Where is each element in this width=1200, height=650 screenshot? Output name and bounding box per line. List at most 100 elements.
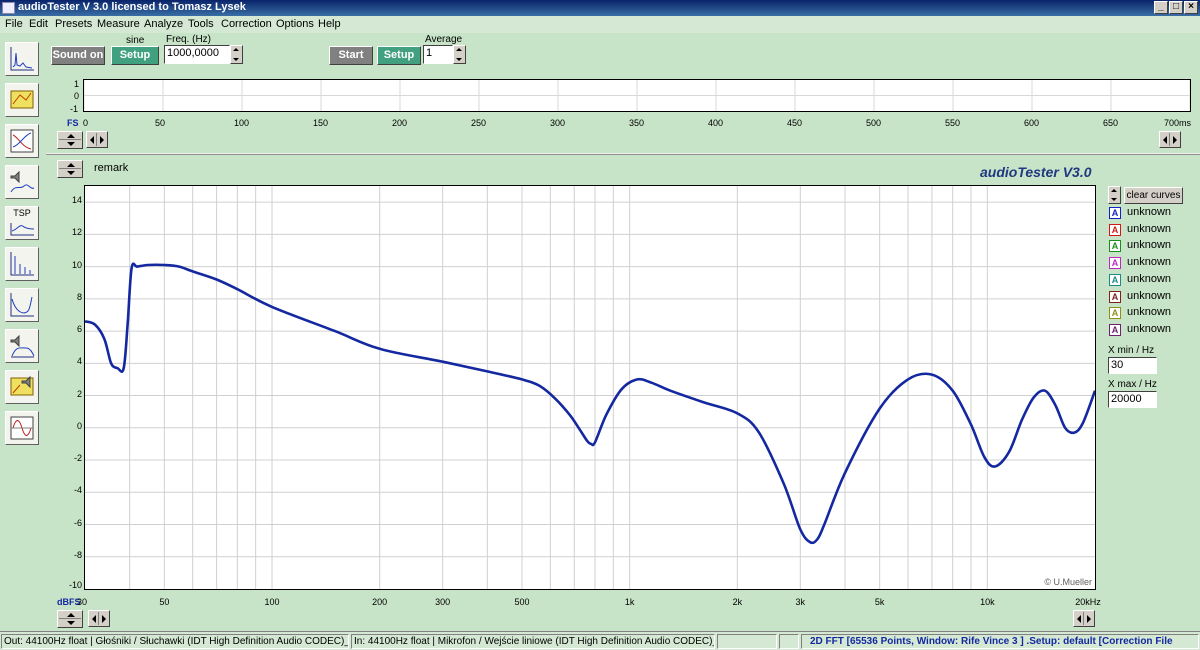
y-tick-label: 12: [71, 227, 82, 238]
x-tick-label: 200: [372, 597, 388, 607]
remark-spinner[interactable]: [57, 160, 83, 178]
close-button[interactable]: ×: [1184, 1, 1198, 14]
legend-curve-toggle[interactable]: A: [1109, 307, 1121, 320]
tool-speaker-response[interactable]: [5, 165, 39, 199]
legend-curve-toggle[interactable]: A: [1109, 257, 1121, 270]
harmonics-icon: [10, 252, 34, 276]
generator-setup-button[interactable]: Setup: [111, 46, 159, 65]
time-x-tick-label: 100: [234, 118, 250, 128]
menu-options[interactable]: Options: [276, 18, 314, 30]
xmin-input[interactable]: 30: [1108, 357, 1157, 374]
time-x-tick-label: 500: [866, 118, 882, 128]
frequency-response-plot[interactable]: © U.Mueller: [84, 185, 1096, 590]
main-y-zoom-spinner[interactable]: [57, 610, 83, 628]
legend-curve-label[interactable]: unknown: [1127, 256, 1171, 268]
time-y-tick-top: 1: [74, 79, 80, 89]
xmin-label: X min / Hz: [1108, 345, 1155, 356]
menu-help[interactable]: Help: [318, 18, 341, 30]
tool-fft-analyzer[interactable]: [5, 42, 39, 76]
main-scroll-right-spinner[interactable]: [1073, 610, 1095, 627]
time-domain-plot[interactable]: [83, 79, 1191, 112]
x-tick-label: 2k: [732, 597, 743, 607]
legend-curve-label[interactable]: unknown: [1127, 290, 1171, 302]
menu-measure[interactable]: Measure: [97, 18, 140, 30]
sound-on-button[interactable]: Sound on: [51, 46, 105, 65]
time-x-tick-label: 450: [787, 118, 803, 128]
x-tick-label: 1k: [624, 597, 635, 607]
freq-label: Freq. (Hz): [166, 34, 211, 45]
tool-harmonics[interactable]: [5, 247, 39, 281]
x-tick-label: 30: [76, 597, 87, 607]
legend-curve-label[interactable]: unknown: [1127, 206, 1171, 218]
average-label: Average: [425, 34, 463, 45]
legend-curve-toggle[interactable]: A: [1109, 207, 1121, 219]
xmax-input[interactable]: 20000: [1108, 391, 1157, 408]
y-tick-label: -2: [73, 453, 82, 464]
speaker-map-icon: [10, 90, 34, 109]
title-bar: audioTester V 3.0 licensed to Tomasz Lys…: [0, 0, 1200, 16]
menu-presets[interactable]: Presets: [55, 18, 92, 30]
legend-curve-toggle[interactable]: A: [1109, 240, 1121, 253]
y-tick-label: 4: [76, 356, 82, 367]
legend-curve-label[interactable]: unknown: [1127, 223, 1171, 235]
time-x-tick-label: 200: [392, 118, 408, 128]
legend-curve-label[interactable]: unknown: [1127, 273, 1171, 285]
menu-edit[interactable]: Edit: [29, 18, 48, 30]
measurement-setup-button[interactable]: Setup: [377, 46, 421, 65]
response-curve: [85, 262, 1095, 545]
menu-correction[interactable]: Correction: [221, 18, 272, 30]
maximize-button[interactable]: □: [1169, 1, 1183, 14]
time-x-tick-label: 550: [945, 118, 961, 128]
menu-analyze[interactable]: Analyze: [144, 18, 183, 30]
tool-tsp[interactable]: TSP: [5, 206, 39, 240]
time-scroll-right-spinner[interactable]: [1159, 131, 1181, 148]
start-button[interactable]: Start: [329, 46, 373, 65]
minimize-button[interactable]: _: [1154, 1, 1168, 14]
frequency-input[interactable]: 1000,0000: [164, 45, 230, 64]
x-tick-label: 100: [264, 597, 280, 607]
time-x-tick-label: 250: [471, 118, 487, 128]
main-scroll-left-spinner[interactable]: [88, 610, 110, 627]
tool-filter[interactable]: [5, 329, 39, 363]
time-scroll-left-spinner[interactable]: [86, 131, 108, 148]
time-y-zoom-spinner[interactable]: [57, 131, 83, 149]
wave-type-label: sine: [126, 35, 145, 46]
status-spacer-2: [779, 634, 799, 649]
legend-curve-label[interactable]: unknown: [1127, 306, 1171, 318]
legend-curve-toggle[interactable]: A: [1109, 290, 1121, 303]
y-tick-label: -8: [73, 549, 82, 560]
legend-curve-label[interactable]: unknown: [1127, 239, 1171, 251]
legend-curve-toggle[interactable]: A: [1109, 273, 1121, 286]
average-spinner[interactable]: [453, 45, 466, 64]
tool-oscilloscope[interactable]: [5, 124, 39, 158]
brand-title: audioTester V3.0: [980, 164, 1092, 180]
x-tick-label: 300: [435, 597, 451, 607]
time-x-tick-label: 600: [1024, 118, 1040, 128]
frequency-spinner[interactable]: [230, 45, 243, 64]
panel-divider[interactable]: [46, 153, 1200, 155]
window-title: audioTester V 3.0 licensed to Tomasz Lys…: [18, 1, 246, 13]
legend-curve-toggle[interactable]: A: [1109, 323, 1121, 336]
clear-curves-button[interactable]: clear curves: [1124, 187, 1183, 204]
speaker-response-icon: [10, 170, 35, 193]
tool-distortion[interactable]: [5, 411, 39, 445]
time-x-tick-label: 700ms: [1164, 118, 1192, 128]
x-tick-label: 10k: [980, 597, 995, 607]
time-x-tick-label: 50: [155, 118, 166, 128]
legend-spinner[interactable]: [1108, 186, 1121, 204]
time-x-tick-label: 650: [1103, 118, 1119, 128]
legend-curve-label[interactable]: unknown: [1127, 323, 1171, 335]
menu-tools[interactable]: Tools: [188, 18, 214, 30]
legend-curve-toggle[interactable]: A: [1109, 223, 1121, 236]
tool-impedance[interactable]: [5, 83, 39, 117]
status-input-device: In: 44100Hz float | Mikrofon / Wejście l…: [351, 634, 715, 649]
average-input[interactable]: 1: [423, 45, 453, 64]
status-bar: Out: 44100Hz float | Głośniki / Słuchawk…: [0, 631, 1200, 650]
menu-file[interactable]: File: [5, 18, 23, 30]
time-x-tick-label: 300: [550, 118, 566, 128]
tool-impedance-curve[interactable]: [5, 288, 39, 322]
x-tick-label: 20kHz: [1075, 597, 1101, 607]
tool-crossover[interactable]: [5, 370, 39, 404]
app-icon: [2, 2, 15, 14]
status-spacer-1: [717, 634, 777, 649]
